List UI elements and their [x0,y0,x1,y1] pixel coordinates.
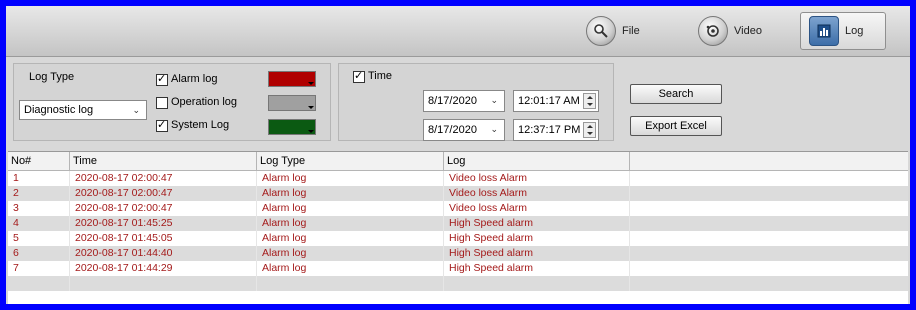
system-log-label: System Log [171,119,230,131]
column-header-log[interactable]: Log [444,152,630,170]
log-type-panel: Log Type Diagnostic log ⌄ Alarm log Oper… [13,63,331,141]
cell-no: 5 [8,231,70,246]
start-date-picker[interactable]: 8/17/2020 ⌄ [423,90,505,112]
end-date-picker[interactable]: 8/17/2020 ⌄ [423,119,505,141]
end-time-picker[interactable]: 12:37:17 PM [513,119,599,141]
system-log-checkbox[interactable] [156,118,168,132]
table-row[interactable]: 5 2020-08-17 01:45:05 Alarm log High Spe… [8,231,908,246]
operation-log-color-picker[interactable] [268,95,316,111]
cell-log: Video loss Alarm [444,186,630,201]
alarm-log-color-picker[interactable] [268,71,316,87]
cell-no: 1 [8,171,70,186]
start-time-picker[interactable]: 12:01:17 AM [513,90,599,112]
system-log-color-picker[interactable] [268,119,316,135]
column-header-time[interactable]: Time [70,152,257,170]
cell-time: 2020-08-17 01:45:25 [70,216,257,231]
app-window: File Video Log Log Type Diagnostic log ⌄… [0,0,916,310]
file-disc-icon [586,16,616,46]
cell-no: 3 [8,201,70,216]
table-header: No# Time Log Type Log [8,152,908,171]
cell-no: 7 [8,261,70,276]
chevron-down-icon: ⌄ [490,96,498,106]
column-header-log-type[interactable]: Log Type [257,152,444,170]
cell-log-type: Alarm log [257,246,444,261]
export-excel-button[interactable]: Export Excel [630,116,722,136]
cell-log-type: Alarm log [257,231,444,246]
nav-file-button[interactable]: File [578,12,674,50]
table-row[interactable]: 1 2020-08-17 02:00:47 Alarm log Video lo… [8,171,908,186]
start-date-value: 8/17/2020 [428,95,477,107]
alarm-log-label: Alarm log [171,73,218,85]
cell-log: Video loss Alarm [444,201,630,216]
operation-log-checkbox[interactable] [156,97,168,109]
end-time-value: 12:37:17 PM [518,124,581,136]
table-row-empty [8,276,908,291]
cell-log-type: Alarm log [257,261,444,276]
cell-time: 2020-08-17 02:00:47 [70,171,257,186]
nav-log-label: Log [845,25,864,37]
cell-log: Video loss Alarm [444,171,630,186]
nav-video-button[interactable]: Video [690,12,790,50]
cell-log-type: Alarm log [257,186,444,201]
end-date-value: 8/17/2020 [428,124,477,136]
table-row[interactable]: 2 2020-08-17 02:00:47 Alarm log Video lo… [8,186,908,201]
chevron-down-icon: ⌄ [132,106,140,116]
end-time-spinner[interactable] [583,122,596,138]
cell-time: 2020-08-17 01:45:05 [70,231,257,246]
log-type-label: Log Type [29,71,75,83]
column-header-filler [630,152,908,170]
cell-log: High Speed alarm [444,261,630,276]
cell-time: 2020-08-17 02:00:47 [70,201,257,216]
cell-no: 6 [8,246,70,261]
cell-no: 4 [8,216,70,231]
nav-log-button[interactable]: Log [800,12,886,50]
table-row[interactable]: 6 2020-08-17 01:44:40 Alarm log High Spe… [8,246,908,261]
cell-no: 2 [8,186,70,201]
video-disc-icon [698,16,728,46]
column-header-no[interactable]: No# [8,152,70,170]
nav-video-label: Video [734,25,762,37]
table-row[interactable]: 3 2020-08-17 02:00:47 Alarm log Video lo… [8,201,908,216]
start-time-value: 12:01:17 AM [518,95,580,107]
log-type-value: Diagnostic log [24,104,94,116]
table-row[interactable]: 4 2020-08-17 01:45:25 Alarm log High Spe… [8,216,908,231]
cell-time: 2020-08-17 01:44:40 [70,246,257,261]
cell-log-type: Alarm log [257,201,444,216]
log-table: No# Time Log Type Log 1 2020-08-17 02:00… [8,151,908,304]
table-row[interactable]: 7 2020-08-17 01:44:29 Alarm log High Spe… [8,261,908,276]
top-toolbar: File Video Log [6,6,910,57]
cell-log: High Speed alarm [444,216,630,231]
chevron-down-icon: ⌄ [490,125,498,135]
cell-time: 2020-08-17 02:00:47 [70,186,257,201]
log-type-select[interactable]: Diagnostic log ⌄ [19,100,147,120]
operation-log-label: Operation log [171,96,238,108]
cell-log-type: Alarm log [257,171,444,186]
time-range-panel: Time 8/17/2020 ⌄ 12:01:17 AM 8/17/2020 ⌄… [338,63,614,141]
cell-time: 2020-08-17 01:44:29 [70,261,257,276]
search-button[interactable]: Search [630,84,722,104]
time-label: Time [368,70,393,82]
cell-log: High Speed alarm [444,246,630,261]
cell-log-type: Alarm log [257,216,444,231]
alarm-log-checkbox[interactable] [156,72,168,86]
log-icon [809,16,839,46]
nav-file-label: File [622,25,640,37]
cell-log: High Speed alarm [444,231,630,246]
start-time-spinner[interactable] [583,93,596,109]
time-checkbox[interactable] [353,69,365,83]
